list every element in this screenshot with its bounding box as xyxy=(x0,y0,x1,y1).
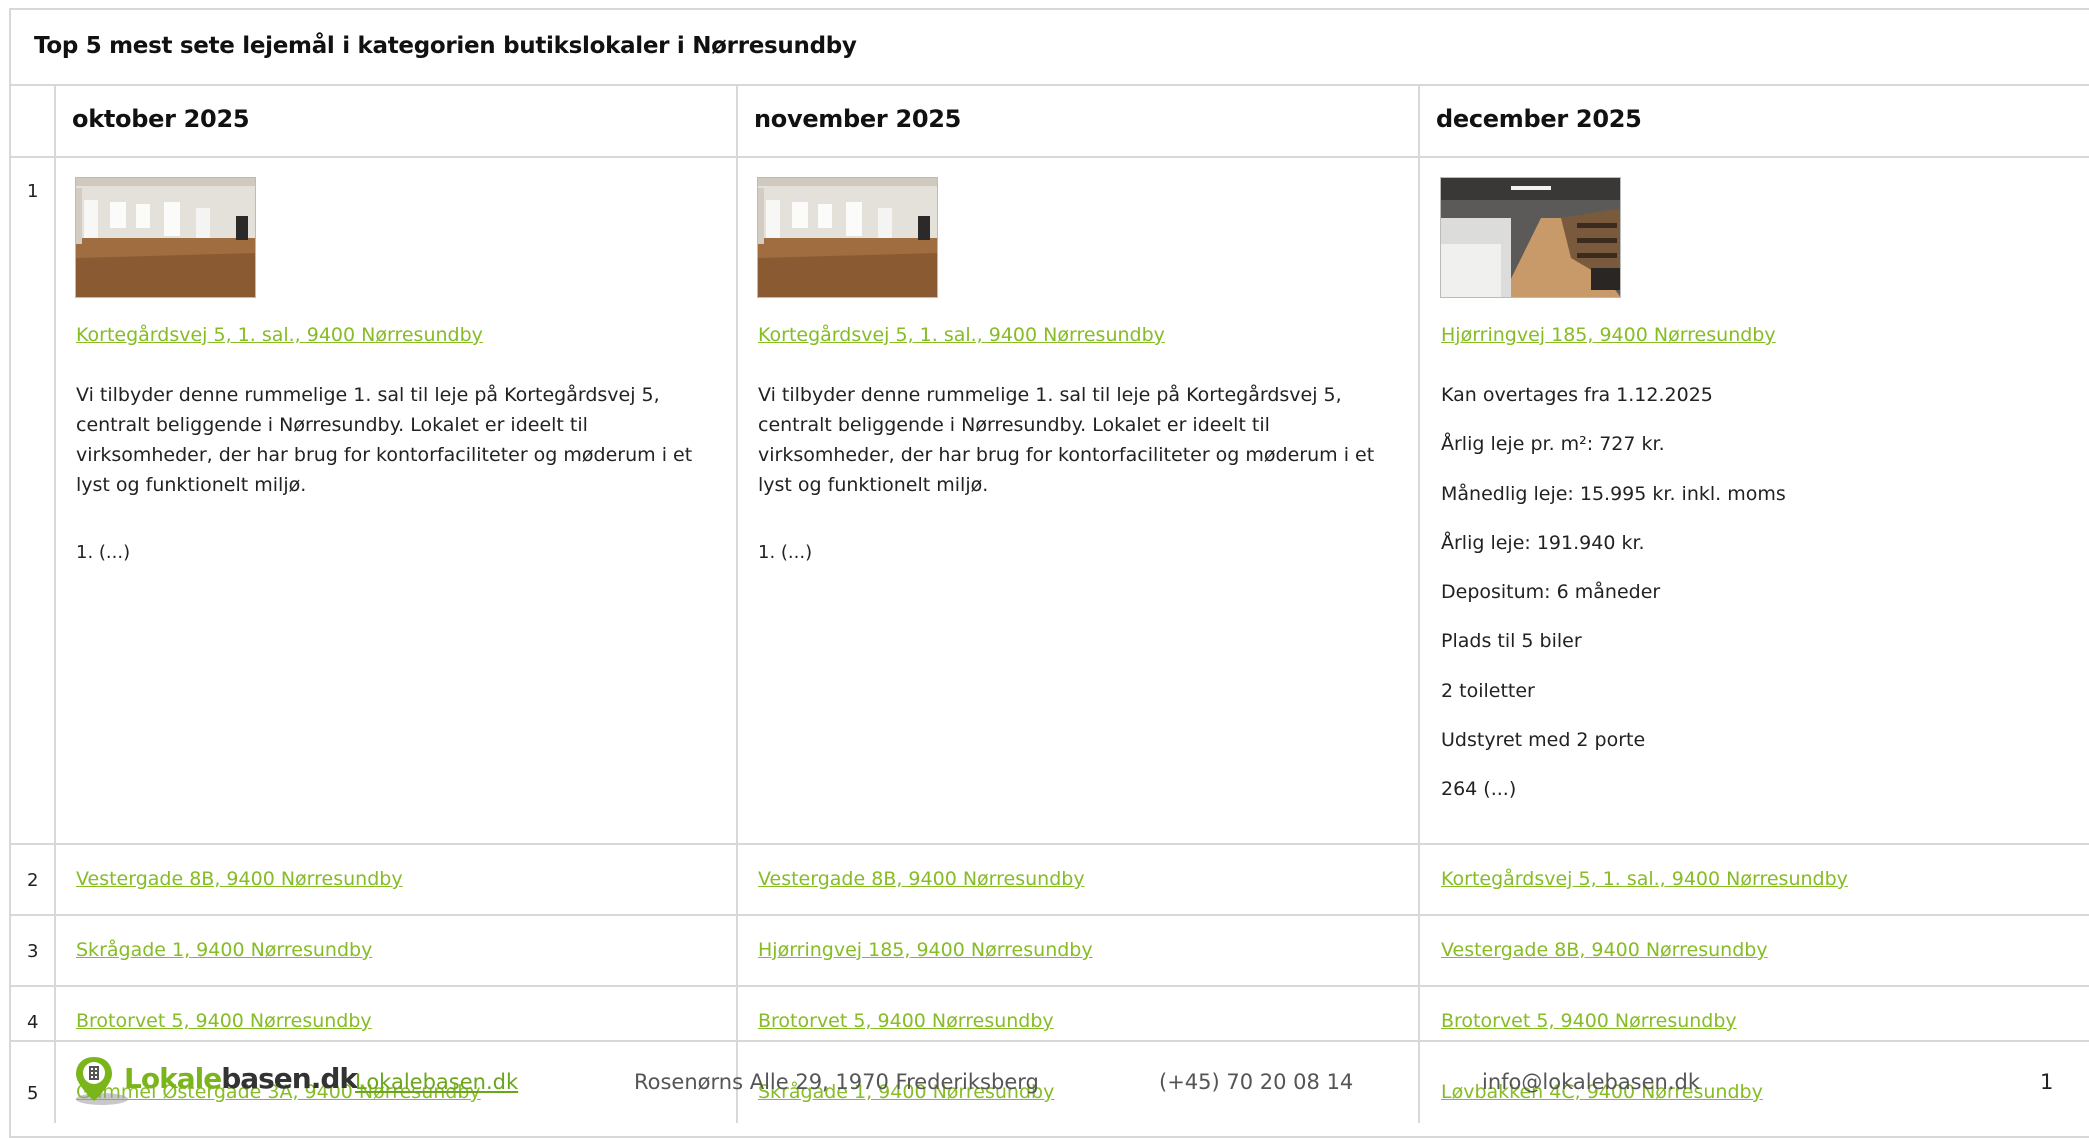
row-number: 3 xyxy=(27,941,39,962)
listing-link[interactable]: Kortegårdsvej 5, 1. sal., 9400 Nørresund… xyxy=(76,324,483,346)
row-divider xyxy=(9,985,2089,987)
listing-info-line: Kan overtages fra 1.12.2025 xyxy=(1441,384,1713,406)
column-header-october: oktober 2025 xyxy=(72,105,250,133)
listing-link[interactable]: Kortegårdsvej 5, 1. sal., 9400 Nørresund… xyxy=(758,324,1165,346)
listing-photo[interactable] xyxy=(757,177,938,298)
listing-info-line: Udstyret med 2 porte xyxy=(1441,729,1646,751)
listing-description: Vi tilbyder denne rummelige 1. sal til l… xyxy=(76,384,693,496)
listing-link[interactable]: Brotorvet 5, 9400 Nørresundby xyxy=(1441,1010,1737,1032)
column-divider xyxy=(1418,86,1420,1123)
listing-more: 1. (...) xyxy=(758,542,813,563)
row-divider xyxy=(9,914,2089,916)
footer-phone: (+45) 70 20 08 14 xyxy=(1159,1070,1354,1094)
listing-photo[interactable] xyxy=(1440,177,1621,298)
listing-link[interactable]: Kortegårdsvej 5, 1. sal., 9400 Nørresund… xyxy=(1441,868,1848,890)
listing-more: 264 (...) xyxy=(1441,778,1517,800)
page-number: 1 xyxy=(2040,1070,2054,1094)
listing-link[interactable]: Hjørringvej 185, 9400 Nørresundby xyxy=(758,939,1093,961)
table-frame xyxy=(9,8,2089,1138)
column-divider xyxy=(736,86,738,1123)
logo-wordmark: Lokalebasen.dk xyxy=(124,1062,358,1095)
listing-more: 1. (...) xyxy=(76,542,131,563)
column-header-december: december 2025 xyxy=(1436,105,1642,133)
row-divider xyxy=(9,843,2089,845)
listing-info-line: Årlig leje pr. m²: 727 kr. xyxy=(1441,433,1665,455)
listing-link[interactable]: Brotorvet 5, 9400 Nørresundby xyxy=(76,1010,372,1032)
listing-link[interactable]: Vestergade 8B, 9400 Nørresundby xyxy=(76,868,403,890)
row-number: 2 xyxy=(27,870,39,891)
footer-site-link[interactable]: Lokalebasen.dk xyxy=(355,1070,518,1094)
listing-link[interactable]: Vestergade 8B, 9400 Nørresundby xyxy=(758,868,1085,890)
listing-link[interactable]: Vestergade 8B, 9400 Nørresundby xyxy=(1441,939,1768,961)
logo-dark: basen.dk xyxy=(221,1062,358,1095)
row-divider xyxy=(9,1040,2089,1042)
footer-address: Rosenørns Alle 29, 1970 Frederiksberg xyxy=(634,1070,1039,1094)
listing-photo[interactable] xyxy=(75,177,256,298)
column-header-november: november 2025 xyxy=(754,105,962,133)
row-number-divider xyxy=(54,86,56,1123)
listing-info-line: 2 toiletter xyxy=(1441,680,1535,702)
row-number: 4 xyxy=(27,1012,39,1033)
listing-info-line: Depositum: 6 måneder xyxy=(1441,581,1661,603)
listing-link[interactable]: Brotorvet 5, 9400 Nørresundby xyxy=(758,1010,1054,1032)
row-number: 5 xyxy=(27,1083,39,1104)
listing-info-line: Månedlig leje: 15.995 kr. inkl. moms xyxy=(1441,483,1786,505)
listing-info-line: Plads til 5 biler xyxy=(1441,630,1582,652)
listing-link[interactable]: Hjørringvej 185, 9400 Nørresundby xyxy=(1441,324,1776,346)
header-row-divider xyxy=(9,156,2089,158)
page-title: Top 5 mest sete lejemål i kategorien but… xyxy=(34,33,857,59)
row-number: 1 xyxy=(27,181,39,202)
listing-info-line: Årlig leje: 191.940 kr. xyxy=(1441,532,1645,554)
listing-link[interactable]: Skrågade 1, 9400 Nørresundby xyxy=(76,939,372,961)
logo-green: Lokale xyxy=(124,1062,222,1095)
listing-description: Vi tilbyder denne rummelige 1. sal til l… xyxy=(758,384,1375,496)
footer-email: info@lokalebasen.dk xyxy=(1482,1070,1701,1094)
